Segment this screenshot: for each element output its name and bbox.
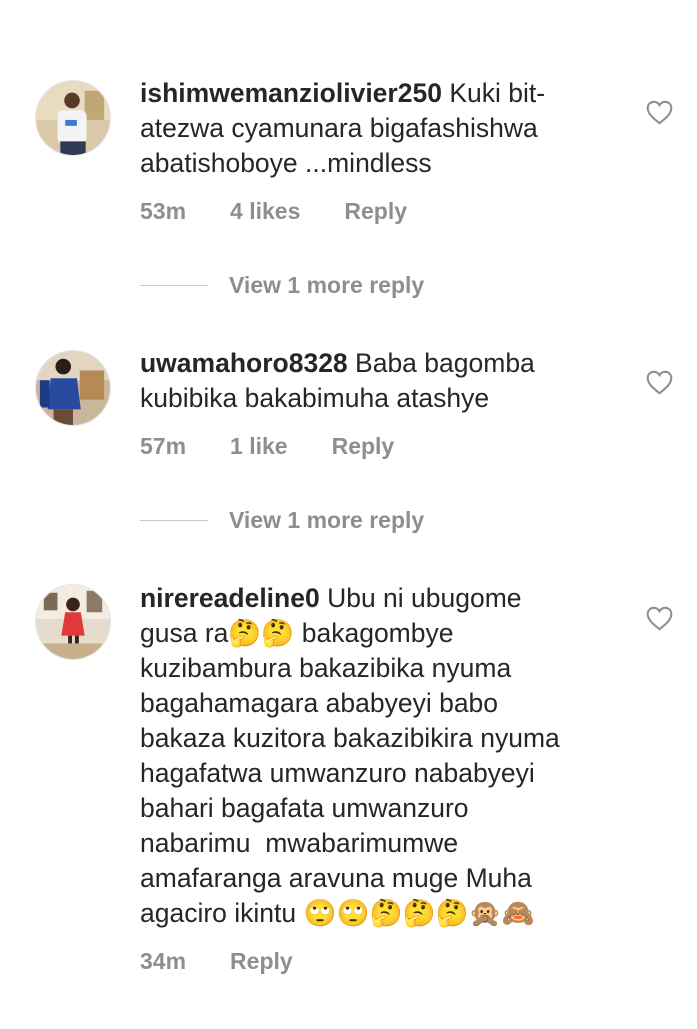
- view-more-replies-button[interactable]: View 1 more reply: [140, 507, 424, 534]
- comment-likes[interactable]: 1 like: [230, 433, 288, 460]
- comment-meta: 34m Reply: [140, 948, 337, 975]
- heart-outline-icon[interactable]: [646, 370, 673, 395]
- comment-time: 57m: [140, 433, 187, 459]
- comment-meta: 53m 4 likes Reply: [140, 198, 451, 225]
- view-more-label[interactable]: View 1 more reply: [229, 272, 424, 299]
- comment-meta: 57m 1 like Reply: [140, 433, 438, 460]
- avatar[interactable]: [35, 350, 111, 426]
- avatar[interactable]: [35, 584, 111, 660]
- heart-outline-icon[interactable]: [646, 606, 673, 631]
- reply-button[interactable]: Reply: [344, 198, 407, 225]
- divider-line: [140, 520, 208, 521]
- comment-username[interactable]: nirereadeline0: [140, 583, 320, 613]
- comment-text: ishimwemanziolivier250 Kuki bit- atezwa …: [140, 76, 620, 181]
- comment-username[interactable]: uwamahoro8328: [140, 348, 348, 378]
- comment-text: nirereadeline0 Ubu ni ubugome gusa ra🤔🤔 …: [140, 581, 620, 931]
- comment-text: uwamahoro8328 Baba bagomba kubibika baka…: [140, 346, 620, 416]
- view-more-label[interactable]: View 1 more reply: [229, 507, 424, 534]
- avatar[interactable]: [35, 80, 111, 156]
- comment-likes[interactable]: 4 likes: [230, 198, 300, 225]
- reply-button[interactable]: Reply: [230, 948, 293, 975]
- comment-time: 34m: [140, 948, 187, 974]
- heart-outline-icon[interactable]: [646, 100, 673, 125]
- comment-username[interactable]: ishimwemanziolivier250: [140, 78, 442, 108]
- comment-time: 53m: [140, 198, 187, 224]
- divider-line: [140, 285, 208, 286]
- comment-body: Ubu ni ubugome gusa ra🤔🤔 bakagombye kuzi…: [140, 583, 560, 928]
- reply-button[interactable]: Reply: [332, 433, 395, 460]
- view-more-replies-button[interactable]: View 1 more reply: [140, 272, 424, 299]
